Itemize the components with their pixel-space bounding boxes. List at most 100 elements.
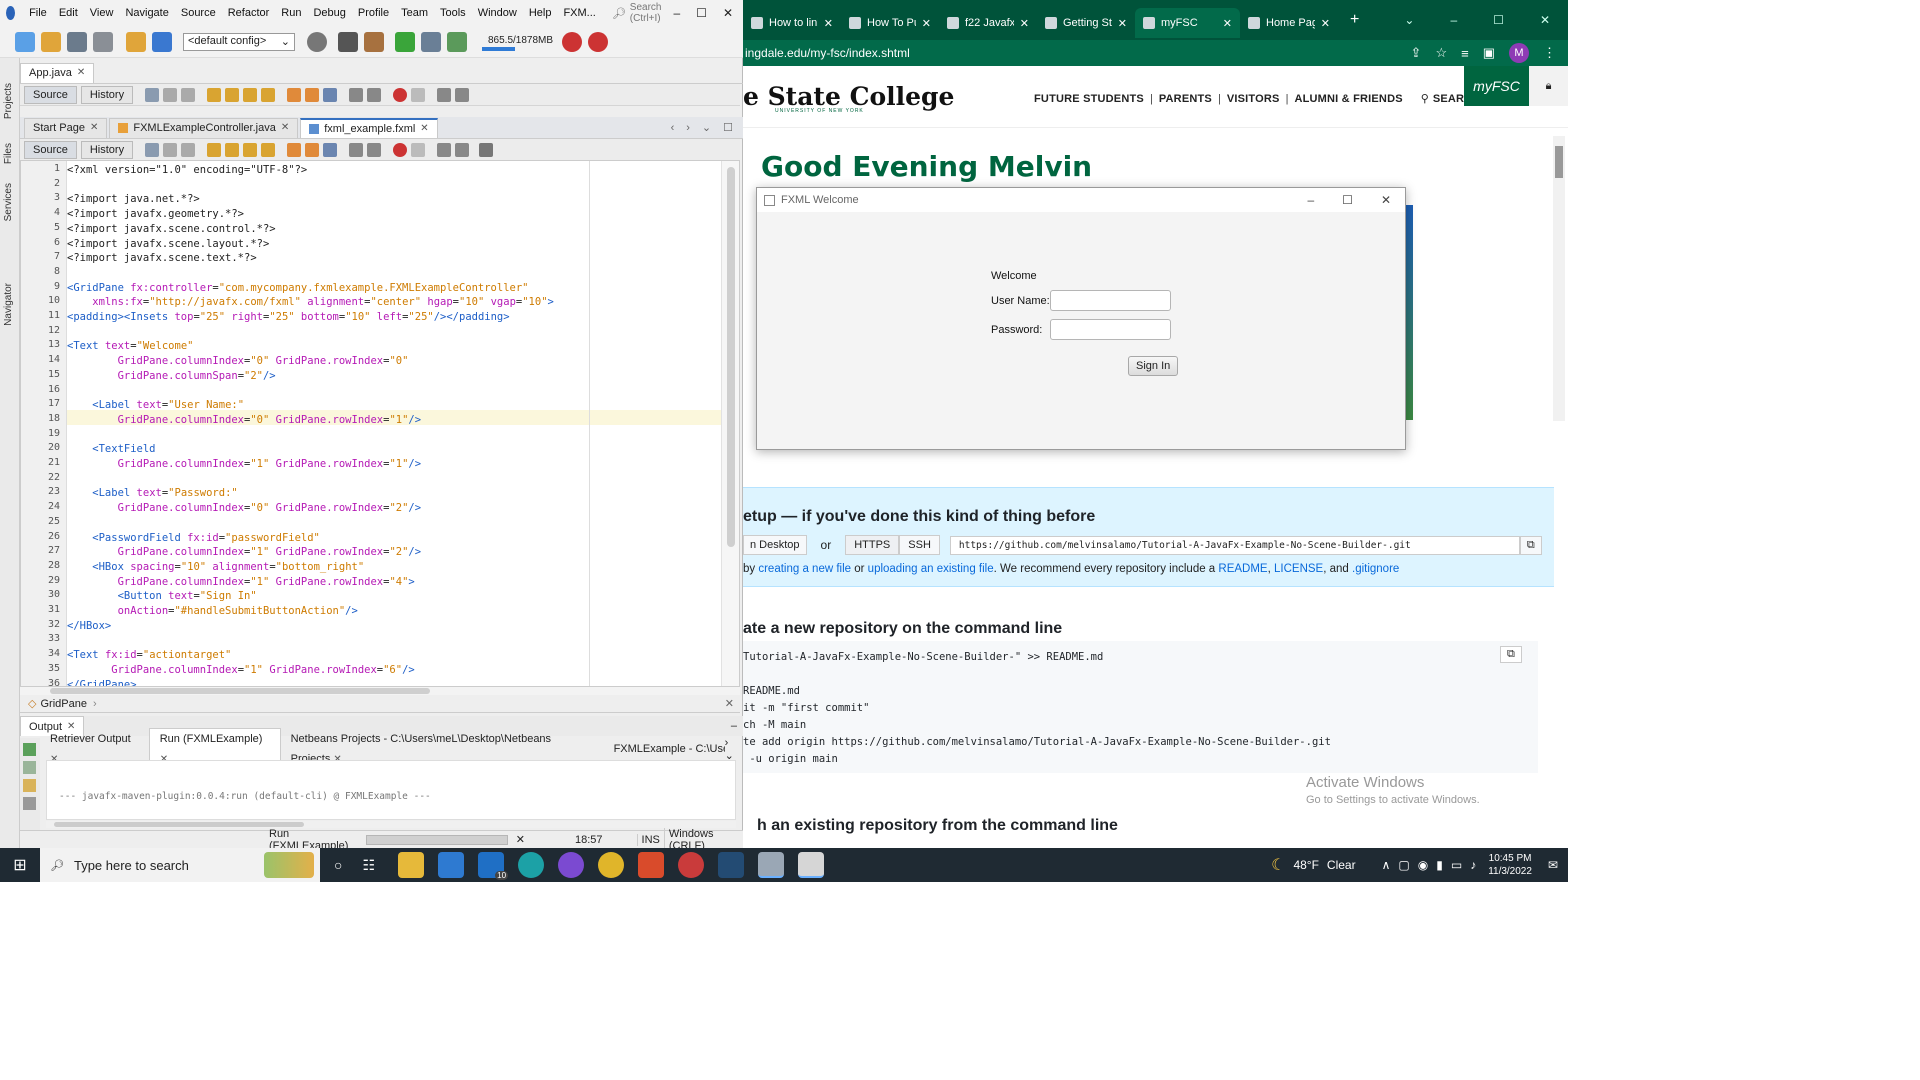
new-file-icon[interactable] (15, 31, 35, 52)
prev-bookmark-icon[interactable] (287, 87, 302, 102)
horizontal-scrollbar[interactable] (20, 687, 740, 695)
next-bookmark-icon[interactable] (305, 142, 320, 157)
vertical-scrollbar[interactable] (721, 161, 739, 686)
forward-icon[interactable] (181, 87, 196, 102)
more-menu-icon[interactable]: ⋮ (1543, 45, 1556, 61)
back-icon[interactable] (163, 87, 178, 102)
windows-start-icon[interactable]: ⊞ (0, 855, 40, 875)
minimize-icon[interactable]: – (673, 6, 680, 20)
record-macro-icon[interactable] (393, 142, 408, 157)
side-tab-services[interactable]: Services (3, 183, 14, 221)
chrome-profile-icon[interactable] (678, 852, 705, 878)
desktop-button[interactable]: n Desktop (743, 535, 807, 555)
maximize-icon[interactable]: ☐ (1493, 13, 1504, 27)
close-tab-icon[interactable]: ✕ (1223, 17, 1232, 30)
shift-right-icon[interactable] (367, 87, 382, 102)
save-all-icon[interactable] (93, 31, 113, 52)
menu-item[interactable]: Debug (307, 0, 351, 26)
last-edit-icon[interactable] (145, 142, 160, 157)
site-nav-item[interactable]: VISITORS (1227, 93, 1280, 105)
new-tab-icon[interactable]: + (1350, 11, 1359, 29)
stop-macro-icon[interactable] (411, 87, 426, 102)
side-tab-projects[interactable]: Projects (3, 83, 14, 119)
output-tab[interactable]: FXMLExample - C:\Users\m (604, 739, 725, 759)
chrome-icon[interactable] (598, 852, 625, 878)
ssh-button[interactable]: SSH (899, 535, 940, 555)
cortana-icon[interactable]: ○ (334, 857, 342, 873)
menu-item[interactable]: Team (395, 0, 434, 26)
tab-fxml-example[interactable]: fxml_example.fxml ✕ (300, 117, 438, 139)
scroll-thumb[interactable] (726, 167, 735, 547)
page-scrollbar[interactable] (1553, 136, 1565, 421)
browser-icon[interactable] (307, 31, 327, 52)
maximize-icon[interactable]: ☐ (696, 6, 707, 20)
menu-item[interactable]: Profile (352, 0, 395, 26)
source-button[interactable]: Source (24, 85, 77, 104)
create-file-link[interactable]: creating a new file (758, 563, 851, 575)
undo-icon[interactable] (126, 31, 146, 52)
scroll-thumb[interactable] (1555, 146, 1563, 178)
scroll-right-icon[interactable]: › (686, 122, 690, 134)
cancel-task-icon[interactable]: ✕ (516, 833, 525, 846)
address-bar[interactable]: ingdale.edu/my-fsc/index.shtml ⇪ ☆ ≡ ▣ M… (743, 40, 1568, 66)
build-icon[interactable] (364, 31, 384, 52)
close-icon[interactable]: ✕ (1540, 13, 1550, 27)
meet-now-icon[interactable]: ▢ (1398, 858, 1409, 872)
browser-tab[interactable]: Home Page ✕ (1240, 8, 1338, 38)
redo-icon[interactable] (152, 31, 172, 52)
menu-item[interactable]: Navigate (119, 0, 174, 26)
side-tab-files[interactable]: Files (3, 143, 14, 164)
menu-item[interactable]: FXM... (557, 0, 601, 26)
source-button[interactable]: Source (24, 140, 77, 159)
profile-icon[interactable] (447, 31, 467, 52)
copy-icon[interactable]: ⧉ (1500, 646, 1522, 663)
tab-list-icon[interactable]: ⌄ (702, 121, 711, 134)
find-icon[interactable] (207, 87, 222, 102)
forward-icon[interactable] (181, 142, 196, 157)
tab-list-icon[interactable]: › ⌄ (725, 737, 740, 762)
repo-url-input[interactable]: https://github.com/melvinsalamo/Tutorial… (949, 535, 1520, 555)
share-icon[interactable]: ⇪ (1411, 45, 1422, 61)
history-button[interactable]: History (80, 140, 134, 159)
close-breadcrumb-icon[interactable]: ✕ (725, 697, 734, 710)
browser-tab[interactable]: How To Pus ✕ (841, 8, 939, 38)
password-field[interactable] (1050, 319, 1171, 340)
rerun-goals-icon[interactable] (23, 761, 36, 774)
office-icon[interactable] (638, 852, 665, 878)
close-tab-icon[interactable]: ✕ (77, 63, 85, 83)
file-explorer-icon[interactable] (398, 852, 425, 878)
browser-tab[interactable]: myFSC ✕ (1135, 8, 1240, 38)
edge-icon[interactable] (518, 852, 545, 878)
minimize-icon[interactable]: – (1450, 13, 1457, 27)
close-tab-icon[interactable]: ✕ (1321, 17, 1330, 30)
code-editor[interactable]: 1 2 3 4 5 6 7 8 9 10 11 12 13 14 15 16 17 18 19 20 21 22 23 24 2… (20, 160, 740, 687)
close-tab-icon[interactable]: ✕ (1020, 17, 1029, 30)
prev-bookmark-icon[interactable] (287, 142, 302, 157)
lock-icon[interactable]: 🔒︎ (1529, 66, 1568, 106)
java-app-icon[interactable] (798, 852, 825, 878)
uncomment-icon[interactable] (455, 87, 470, 102)
tab-app-java[interactable]: App.java ✕ (20, 62, 95, 83)
toggle-bookmark-icon[interactable] (323, 142, 338, 157)
config-select[interactable]: <default config> ⌄ (183, 32, 295, 51)
stop-macro-icon[interactable] (411, 142, 426, 157)
clock[interactable]: 10:45 PM 11/3/2022 (1488, 852, 1532, 878)
new-project-icon[interactable] (41, 31, 61, 52)
search-icon[interactable]: ⚲ (1421, 92, 1429, 105)
minimize-icon[interactable]: – (1307, 193, 1314, 207)
netbeans-taskbar-icon[interactable] (758, 852, 785, 878)
close-tab-icon[interactable]: ✕ (420, 119, 428, 139)
minimize-pane-icon[interactable]: – (731, 720, 737, 732)
menu-item[interactable]: Window (472, 0, 523, 26)
h-scroll-thumb[interactable] (50, 688, 430, 694)
prev-error-icon[interactable] (437, 142, 452, 157)
moon-weather-icon[interactable]: ☾ (1271, 855, 1285, 875)
volume-icon[interactable]: ♪ (1470, 858, 1476, 872)
close-tab-icon[interactable]: ✕ (922, 17, 931, 30)
debug-icon[interactable] (421, 31, 441, 52)
taskbar-search[interactable]: 🔎︎ Type here to search (40, 848, 320, 882)
toggle-highlight-icon[interactable] (261, 87, 276, 102)
task-view-icon[interactable]: ☷ (362, 857, 375, 874)
output-h-scrollbar[interactable] (46, 821, 736, 828)
college-logo-text[interactable]: e State College (743, 82, 954, 111)
